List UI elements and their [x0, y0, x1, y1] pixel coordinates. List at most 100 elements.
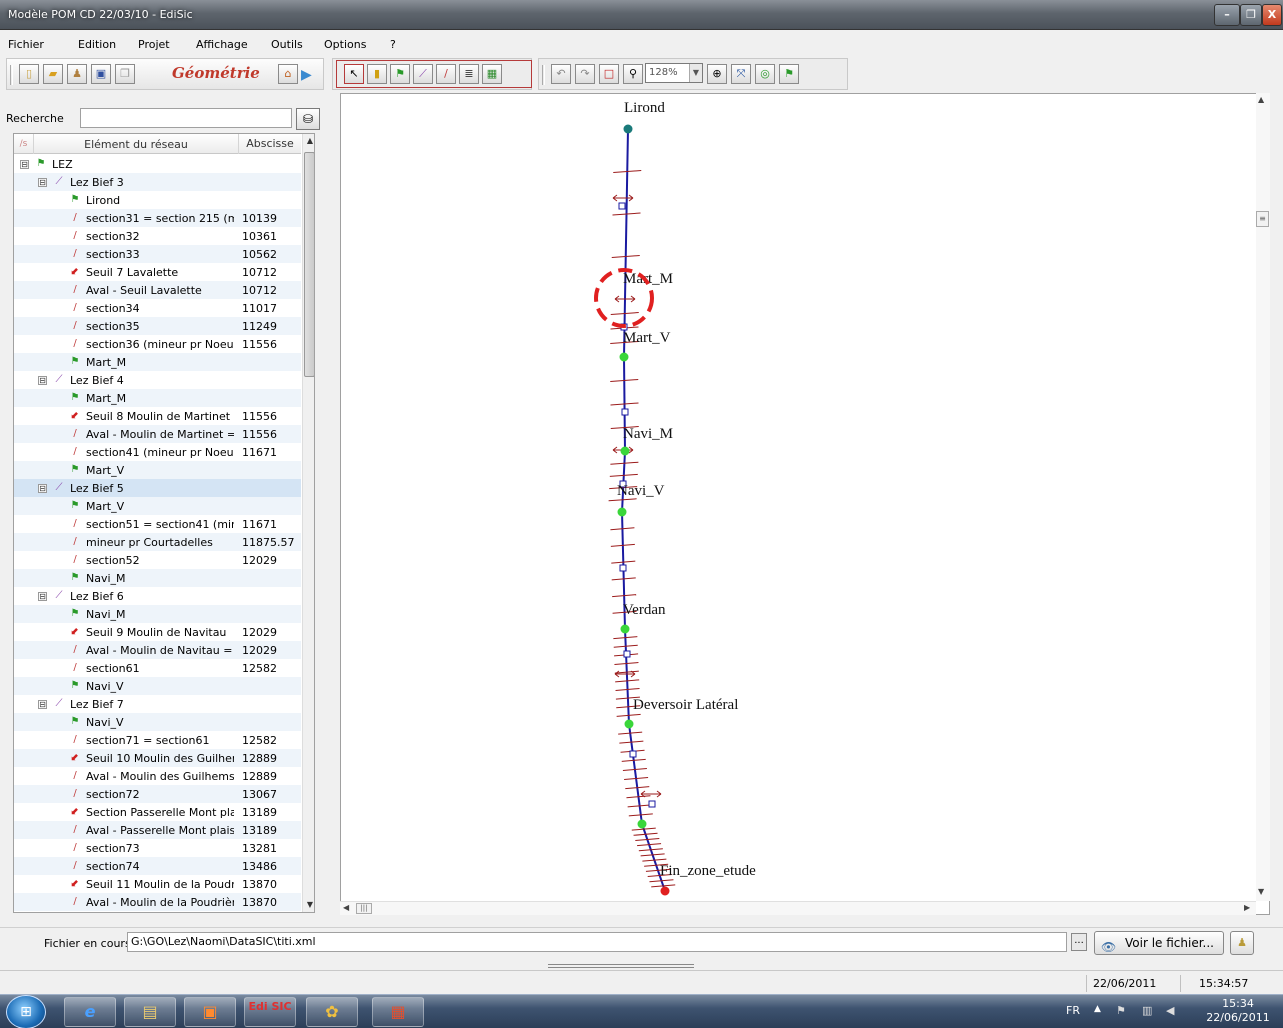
column-element[interactable]: Elément du réseau [35, 138, 237, 151]
section-tool-icon[interactable]: / [436, 64, 456, 84]
select-arrow-icon[interactable]: ↖ [344, 64, 364, 84]
scroll-left-icon[interactable]: ◀ [343, 903, 349, 912]
bief-tool-icon[interactable]: ⟋ [413, 64, 433, 84]
menu-affichage[interactable]: Affichage [196, 38, 248, 51]
node-label[interactable]: Mart_V [623, 330, 671, 346]
tree-row[interactable]: / Aval - Moulin des Guilhems 12889 [14, 767, 301, 785]
menu-edition[interactable]: Edition [78, 38, 116, 51]
fit-extent-icon[interactable]: ⤧ [731, 64, 751, 84]
splitter-handle[interactable] [548, 964, 694, 968]
section-marker[interactable] [623, 650, 631, 658]
chevron-down-icon[interactable]: ▼ [689, 64, 702, 82]
tree-row[interactable]: / section52 12029 [14, 551, 301, 569]
node-label[interactable]: Navi_V [617, 483, 665, 499]
node-label[interactable]: Verdan [623, 602, 666, 618]
zoom-rect-icon[interactable]: □ [599, 64, 619, 84]
tree-row[interactable]: ⚑ Navi_M [14, 569, 301, 587]
volume-icon[interactable]: ◀ [1166, 1004, 1174, 1017]
tree-row[interactable]: ⚑ Navi_M [14, 605, 301, 623]
map-svg[interactable]: Lirond Mart_M Mart_V Navi_M Navi_V Verdan Deve… [341, 94, 1270, 915]
collapse-icon[interactable]: ⊟ [38, 376, 47, 385]
tree-row[interactable]: ⬋ Section Passerelle Mont plaisir 13189 [14, 803, 301, 821]
section-marker[interactable] [619, 564, 627, 572]
minimize-button[interactable]: – [1214, 4, 1240, 26]
tree-row[interactable]: ⚑ Mart_M [14, 389, 301, 407]
edisic-icon[interactable]: Edi SIC [244, 997, 296, 1027]
tree-row[interactable]: / Aval - Passerelle Mont plaisir 13189 [14, 821, 301, 839]
menu-projet[interactable]: Projet [138, 38, 170, 51]
node-marker[interactable] [620, 446, 630, 456]
tree-row[interactable]: / mineur pr Courtadelles 11875.57 [14, 533, 301, 551]
menu-fichier[interactable]: Fichier [8, 38, 44, 51]
taskbar-clock[interactable]: 15:34 22/06/2011 [1198, 997, 1278, 1025]
tree-row[interactable]: / section71 = section61 12582 [14, 731, 301, 749]
flow-arrow[interactable] [640, 790, 662, 798]
globe-icon[interactable]: ◎ [755, 64, 775, 84]
zoom-out-icon[interactable]: ⚲ [623, 64, 643, 84]
node-label[interactable]: Mart_M [623, 271, 673, 287]
tree-row[interactable]: ⚑ Navi_V [14, 677, 301, 695]
network-icon[interactable]: ▥ [1142, 1004, 1152, 1017]
network-tree[interactable]: /s Elément du réseau Abscisse ⊟ ⚑ LEZ ⊟ ⟋ Lez… [13, 133, 315, 913]
tree-row[interactable]: ⚑ Navi_V [14, 713, 301, 731]
tree-row[interactable]: / section31 = section 215 (mineu 10139 [14, 209, 301, 227]
help-icon[interactable]: ♟ [1230, 931, 1254, 955]
tree-row[interactable]: / section36 (mineur pr Noeud Ma 11556 [14, 335, 301, 353]
collapse-icon[interactable]: ⊟ [20, 160, 29, 169]
tree-row[interactable]: / section35 11249 [14, 317, 301, 335]
toolbar-grip[interactable] [542, 65, 545, 85]
tree-row[interactable]: / section51 = section41 (mineur 11671 [14, 515, 301, 533]
media-icon[interactable]: ▣ [184, 997, 236, 1027]
explorer-icon[interactable]: ▤ [124, 997, 176, 1027]
tree-row[interactable]: ⬋ Seuil 11 Moulin de la Poudrière 13870 [14, 875, 301, 893]
tree-scrollbar[interactable]: ▲ ▼ [302, 134, 314, 912]
scroll-right-icon[interactable]: ▶ [1244, 903, 1250, 912]
node-label[interactable]: Lirond [624, 100, 665, 116]
tree-row[interactable]: ⊟ ⟋ Lez Bief 6 [14, 587, 301, 605]
save-icon[interactable]: ▣ [91, 64, 111, 84]
tree-row[interactable]: ⚑ Mart_V [14, 461, 301, 479]
action-center-icon[interactable]: ⚑ [1116, 1004, 1126, 1017]
tree-row[interactable]: ⊟ ⟋ Lez Bief 4 [14, 371, 301, 389]
collapse-icon[interactable]: ⊟ [38, 178, 47, 187]
node-marker[interactable] [617, 507, 627, 517]
tree-row[interactable]: ⚑ Lirond [14, 191, 301, 209]
pencil-icon[interactable]: ▮ [367, 64, 387, 84]
home-icon[interactable]: ⌂ [278, 64, 298, 84]
binoculars-icon[interactable]: ⛁ [296, 108, 320, 130]
open-folder-icon[interactable]: ▰ [43, 64, 63, 84]
node-label[interactable]: Navi_M [623, 426, 673, 442]
tree-row[interactable]: / section74 13486 [14, 857, 301, 875]
list-tool-icon[interactable]: ≣ [459, 64, 479, 84]
zoom-in-icon[interactable]: ⊕ [707, 64, 727, 84]
river-icon[interactable]: ⚑ [779, 64, 799, 84]
window-titlebar[interactable]: Modèle POM CD 22/03/10 - EdiSic – ❐ X [0, 0, 1283, 30]
powerpoint-icon[interactable]: ▦ [372, 997, 424, 1027]
close-button[interactable]: X [1262, 4, 1282, 26]
tree-row[interactable]: / section34 11017 [14, 299, 301, 317]
column-abscisse[interactable]: Abscisse [238, 134, 301, 154]
tree-row[interactable]: ⬋ Seuil 8 Moulin de Martinet (min 11556 [14, 407, 301, 425]
section-marker[interactable] [618, 202, 626, 210]
tree-row[interactable]: ⬋ Seuil 9 Moulin de Navitau 12029 [14, 623, 301, 641]
network-map[interactable]: Lirond Mart_M Mart_V Navi_M Navi_V Verdan Deve… [340, 93, 1270, 915]
menu-outils[interactable]: Outils [271, 38, 303, 51]
tree-row[interactable]: ⬋ Seuil 10 Moulin des Guilhems 12889 [14, 749, 301, 767]
tray-expand-icon[interactable]: ▲ [1094, 1004, 1101, 1014]
play-arrow-icon[interactable]: ▶ [301, 67, 312, 83]
maximize-button[interactable]: ❐ [1240, 4, 1262, 26]
map-tool-icon[interactable]: ▦ [482, 64, 502, 84]
map-hscrollbar[interactable]: ◀ ||| ▶ [340, 901, 1256, 915]
section-marker[interactable] [629, 750, 637, 758]
node-label[interactable]: Deversoir Latéral [633, 697, 738, 713]
collapse-icon[interactable]: ⊟ [38, 484, 47, 493]
scroll-thumb[interactable]: ||| [356, 903, 372, 914]
tree-row[interactable]: / section32 10361 [14, 227, 301, 245]
undo-icon[interactable]: ↶ [551, 64, 571, 84]
tree-row[interactable]: ⊟ ⚑ LEZ [14, 155, 301, 173]
node-marker[interactable] [620, 624, 630, 634]
menu-options[interactable]: Options [324, 38, 366, 51]
flow-arrow[interactable] [612, 194, 634, 202]
node-marker[interactable] [623, 124, 633, 134]
windows-start-icon[interactable]: ⊞ [6, 995, 46, 1028]
